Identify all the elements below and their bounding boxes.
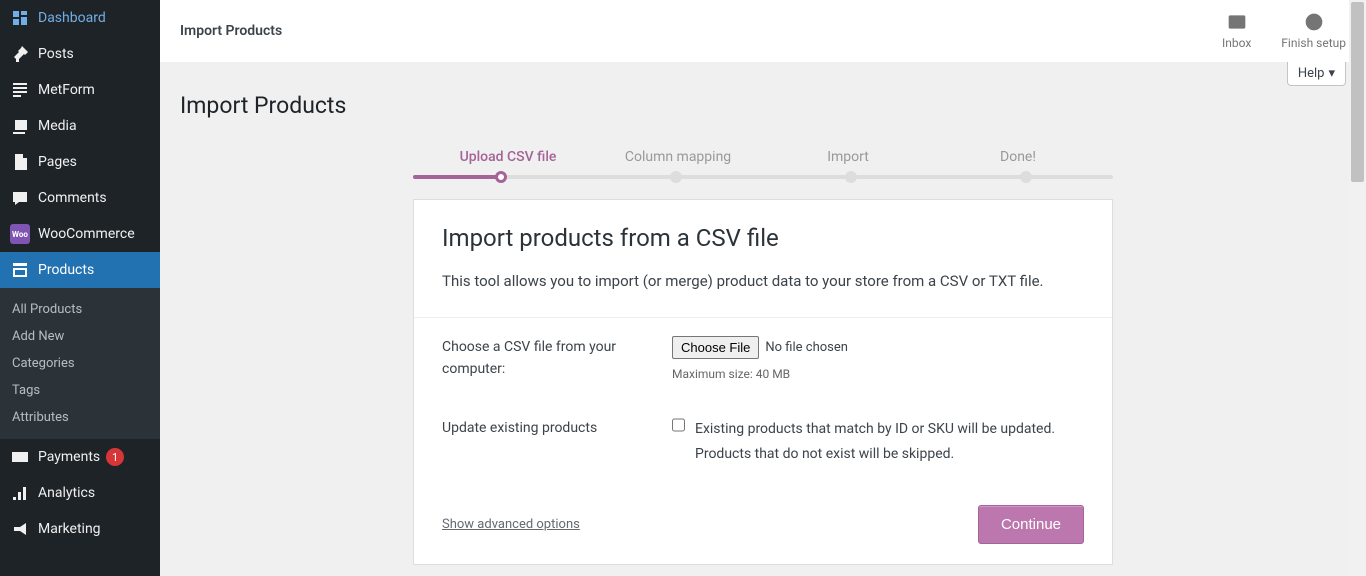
- advanced-options-link[interactable]: Show advanced options: [442, 517, 580, 532]
- topbar-title: Import Products: [180, 23, 282, 39]
- sidebar-item-products[interactable]: Products: [0, 252, 160, 288]
- file-label: Choose a CSV file from your computer:: [442, 336, 642, 381]
- step-dot-4: [1020, 171, 1032, 183]
- comments-icon: [10, 188, 30, 208]
- topbar-actions: Inbox Finish setup: [1222, 12, 1346, 50]
- analytics-icon: [10, 483, 30, 503]
- update-row: Update existing products Existing produc…: [414, 399, 1112, 485]
- form-icon: [10, 80, 30, 100]
- file-row: Choose a CSV file from your computer: Ch…: [414, 318, 1112, 399]
- inbox-label: Inbox: [1222, 36, 1251, 50]
- update-description: Existing products that match by ID or SK…: [695, 417, 1084, 467]
- sidebar-label: Marketing: [38, 521, 101, 537]
- inbox-icon: [1227, 12, 1247, 32]
- dashboard-icon: [10, 8, 30, 28]
- finish-label: Finish setup: [1281, 36, 1346, 50]
- submenu-tags[interactable]: Tags: [0, 377, 160, 404]
- max-size-hint: Maximum size: 40 MB: [672, 367, 1084, 381]
- help-label: Help: [1298, 66, 1325, 81]
- sidebar-item-payments[interactable]: Payments 1: [0, 439, 160, 475]
- payments-icon: [10, 447, 30, 467]
- sidebar-label: Products: [38, 262, 94, 278]
- admin-sidebar: Dashboard Posts MetForm Media Pages Comm…: [0, 0, 160, 576]
- notification-badge: 1: [106, 448, 124, 466]
- sidebar-label: Comments: [38, 190, 107, 206]
- inbox-button[interactable]: Inbox: [1222, 12, 1251, 50]
- topbar: Import Products Inbox Finish setup: [160, 0, 1366, 62]
- submenu-add-new[interactable]: Add New: [0, 323, 160, 350]
- finish-setup-button[interactable]: Finish setup: [1281, 12, 1346, 50]
- sidebar-item-media[interactable]: Media: [0, 108, 160, 144]
- card-title: Import products from a CSV file: [442, 224, 1084, 252]
- sidebar-label: MetForm: [38, 82, 95, 98]
- card-footer: Show advanced options Continue: [414, 485, 1112, 564]
- choose-file-button[interactable]: Choose File: [672, 336, 759, 359]
- pages-icon: [10, 152, 30, 172]
- sidebar-item-woocommerce[interactable]: Woo WooCommerce: [0, 216, 160, 252]
- page-title: Import Products: [180, 92, 1346, 119]
- sidebar-label: Dashboard: [38, 10, 106, 26]
- step-fill: [413, 175, 501, 179]
- submenu-categories[interactable]: Categories: [0, 350, 160, 377]
- step-done: Done!: [933, 149, 1103, 165]
- chevron-down-icon: ▾: [1328, 66, 1335, 81]
- sidebar-item-posts[interactable]: Posts: [0, 36, 160, 72]
- sidebar-label: Analytics: [38, 485, 95, 501]
- sidebar-label: Media: [38, 118, 77, 134]
- products-icon: [10, 260, 30, 280]
- sidebar-label: WooCommerce: [38, 226, 135, 242]
- sidebar-item-marketing[interactable]: Marketing: [0, 511, 160, 547]
- step-dot-2: [670, 171, 682, 183]
- card-description: This tool allows you to import (or merge…: [442, 270, 1084, 293]
- submenu-all-products[interactable]: All Products: [0, 296, 160, 323]
- step-upload: Upload CSV file: [423, 149, 593, 165]
- sidebar-item-metform[interactable]: MetForm: [0, 72, 160, 108]
- marketing-icon: [10, 519, 30, 539]
- sidebar-label: Payments: [38, 449, 100, 465]
- sidebar-label: Pages: [38, 154, 77, 170]
- step-track: [413, 175, 1113, 179]
- file-status: No file chosen: [765, 340, 848, 355]
- sidebar-item-analytics[interactable]: Analytics: [0, 475, 160, 511]
- import-card: Import products from a CSV file This too…: [413, 199, 1113, 565]
- scrollbar[interactable]: [1349, 0, 1366, 576]
- circle-icon: [1304, 12, 1324, 32]
- main-content: Import Products Inbox Finish setup Help …: [160, 0, 1366, 576]
- sidebar-item-dashboard[interactable]: Dashboard: [0, 0, 160, 36]
- products-submenu: All Products Add New Categories Tags Att…: [0, 288, 160, 439]
- sidebar-label: Posts: [38, 46, 74, 62]
- scrollbar-thumb[interactable]: [1351, 2, 1364, 182]
- pin-icon: [10, 44, 30, 64]
- sidebar-item-comments[interactable]: Comments: [0, 180, 160, 216]
- sidebar-item-pages[interactable]: Pages: [0, 144, 160, 180]
- woo-icon: Woo: [10, 224, 30, 244]
- media-icon: [10, 116, 30, 136]
- help-button[interactable]: Help ▾: [1287, 62, 1346, 86]
- update-label: Update existing products: [442, 417, 642, 467]
- submenu-attributes[interactable]: Attributes: [0, 404, 160, 431]
- step-import: Import: [763, 149, 933, 165]
- progress-stepper: Upload CSV file Column mapping Import Do…: [413, 149, 1113, 179]
- step-mapping: Column mapping: [593, 149, 763, 165]
- step-dot-1: [495, 171, 507, 183]
- update-checkbox[interactable]: [672, 417, 685, 433]
- content-area: Help ▾ Import Products Upload CSV file C…: [160, 62, 1366, 576]
- continue-button[interactable]: Continue: [978, 505, 1084, 544]
- step-dot-3: [845, 171, 857, 183]
